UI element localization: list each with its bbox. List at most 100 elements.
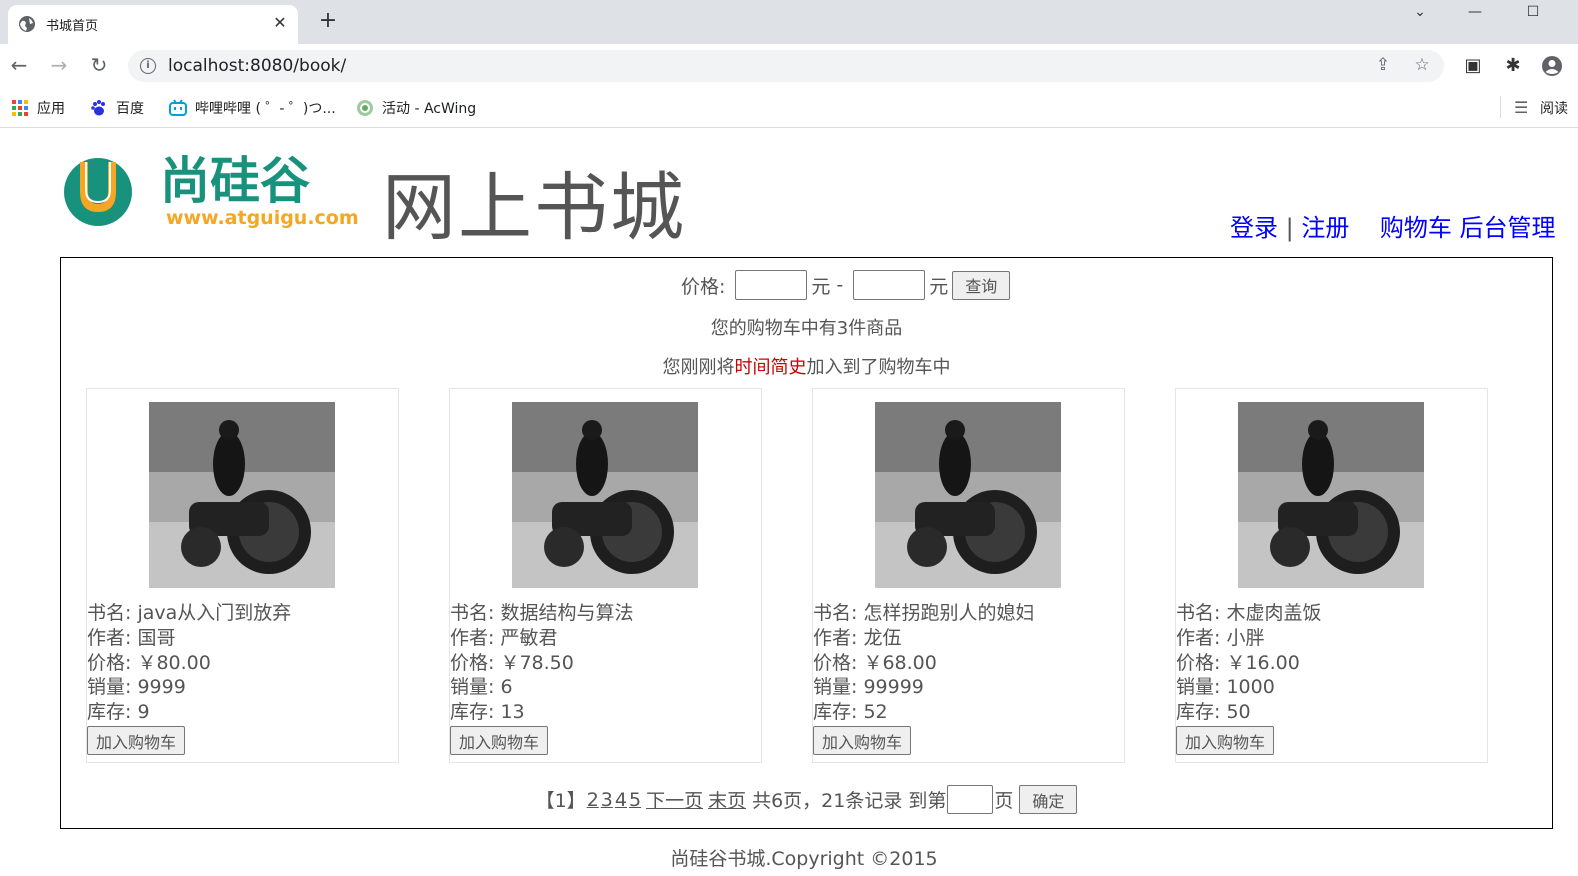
main-content: 价格: 元 - 元 查询 您的购物车中有3件商品 您刚刚将时间简史加入到了购物车… [60, 257, 1553, 829]
pagination: 【1】 2 3 4 5 下一页 末页 共6页，21条记录 到第 页 确定 [61, 785, 1552, 814]
book-cover-image[interactable] [512, 402, 698, 588]
add-to-cart-button[interactable]: 加入购物车 [87, 726, 186, 755]
book-name: 书名: 怎样拐跑别人的媳妇 [813, 602, 1035, 624]
page-link[interactable]: 3 [601, 789, 613, 811]
unit-label: 元 [811, 275, 831, 298]
footer-copyright: 尚硅谷书城.Copyright ©2015 [670, 848, 938, 870]
book-price: 价格: ￥78.50 [450, 651, 574, 674]
added-prefix: 您刚刚将 [662, 357, 735, 378]
price-label: 价格: [681, 275, 726, 298]
browser-tab[interactable]: 书城首页 ✕ [8, 5, 298, 44]
login-link[interactable]: 登录 [1230, 214, 1278, 242]
unit-label: 元 [929, 275, 949, 298]
bookmark-bilibili[interactable]: 哔哩哔哩 ( ゜- ゜)つ... [169, 98, 336, 118]
book-name: 书名: java从入门到放弃 [87, 602, 292, 624]
book-card: 书名: 木虚肉盖饭 作者: 小胖 价格: ￥16.00 销量: 1000 库存:… [1175, 388, 1488, 763]
extension-icon[interactable]: ▣ [1462, 55, 1484, 77]
tab-title: 书城首页 [46, 19, 99, 34]
book-info: 书名: java从入门到放弃 作者: 国哥 价格: ￥80.00 销量: 999… [87, 601, 291, 725]
book-sales: 销量: 9999 [87, 676, 186, 699]
browser-tab-bar: 书城首页 ✕ + ⌄ — ☐ [0, 0, 1578, 44]
forward-icon[interactable]: → [47, 54, 71, 78]
logo-url: www.atguigu.com [166, 207, 359, 229]
max-price-input[interactable] [853, 270, 926, 300]
cart-added-message: 您刚刚将时间简史加入到了购物车中 [61, 353, 1552, 379]
book-info: 书名: 木虚肉盖饭 作者: 小胖 价格: ￥16.00 销量: 1000 库存:… [1176, 601, 1321, 725]
price-search-form: 价格: 元 - 元 查询 [681, 270, 1011, 300]
maximize-icon[interactable]: ☐ [1518, 4, 1548, 26]
add-to-cart-button[interactable]: 加入购物车 [1176, 726, 1275, 755]
acwing-icon [357, 100, 373, 116]
page-link[interactable]: 5 [629, 789, 641, 811]
goto-suffix: 页 [994, 790, 1014, 812]
share-icon[interactable]: ⇪ [1372, 55, 1394, 77]
book-sales: 销量: 99999 [813, 676, 924, 699]
page-number-input[interactable] [947, 785, 994, 814]
address-bar[interactable]: i localhost:8080/book/ ⇪ ☆ [128, 50, 1444, 82]
puzzle-icon[interactable]: ✱ [1502, 55, 1524, 77]
cart-link[interactable]: 购物车 [1380, 214, 1452, 242]
book-author: 作者: 龙伍 [813, 626, 902, 649]
bookmarks-bar: 应用 百度 哔哩哔哩 ( ゜- ゜)つ... 活动 - AcWing ☰ 阅读 [0, 88, 1578, 128]
bilibili-tv-icon [169, 99, 187, 116]
bookmark-label: 哔哩哔哩 ( ゜- ゜)つ... [195, 101, 336, 117]
bookmark-label: 百度 [116, 101, 144, 117]
star-icon[interactable]: ☆ [1411, 55, 1433, 77]
range-dash: - [836, 274, 844, 296]
add-to-cart-button[interactable]: 加入购物车 [813, 726, 912, 755]
book-name: 书名: 数据结构与算法 [450, 602, 634, 624]
page-link[interactable]: 4 [615, 789, 627, 811]
min-price-input[interactable] [735, 270, 808, 300]
register-link[interactable]: 注册 [1301, 214, 1349, 242]
tab-close-icon[interactable]: ✕ [270, 13, 290, 33]
site-logo[interactable]: 尚硅谷 www.atguigu.com [62, 140, 372, 244]
new-tab-icon[interactable]: + [316, 10, 340, 34]
book-cover-image[interactable] [875, 402, 1061, 588]
tab-search-icon[interactable]: ⌄ [1405, 4, 1435, 26]
last-page-link[interactable]: 末页 [708, 786, 746, 813]
book-card: 书名: 数据结构与算法 作者: 严敏君 价格: ￥78.50 销量: 6 库存:… [449, 388, 762, 763]
next-page-link[interactable]: 下一页 [646, 786, 703, 813]
url-text[interactable]: localhost:8080/book/ [168, 56, 346, 76]
header-links: 登录 | 注册 购物车 后台管理 [1230, 208, 1556, 243]
browser-toolbar: ← → ↻ i localhost:8080/book/ ⇪ ☆ ▣ ✱ [0, 44, 1578, 88]
page-summary: 共6页，21条记录 [752, 790, 903, 812]
bookmark-label: 活动 - AcWing [382, 101, 477, 117]
bookmark-apps[interactable]: 应用 [11, 98, 65, 118]
reading-list[interactable]: ☰ 阅读 [1514, 98, 1568, 118]
reading-list-label: 阅读 [1540, 101, 1568, 117]
add-to-cart-button[interactable]: 加入购物车 [450, 726, 549, 755]
reading-list-icon: ☰ [1514, 98, 1529, 117]
query-button[interactable]: 查询 [952, 270, 1011, 300]
logo-text: 尚硅谷 [160, 152, 310, 210]
current-page: 【1】 [535, 790, 586, 812]
added-book-name: 时间简史 [734, 357, 807, 378]
reload-icon[interactable]: ↻ [87, 54, 111, 78]
book-stock: 库存: 9 [87, 701, 150, 724]
minimize-icon[interactable]: — [1460, 4, 1490, 26]
book-cover-image[interactable] [149, 402, 335, 588]
profile-icon[interactable] [1541, 55, 1563, 77]
bookmark-acwing[interactable]: 活动 - AcWing [356, 98, 476, 118]
book-price: 价格: ￥68.00 [813, 651, 937, 674]
book-card: 书名: 怎样拐跑别人的媳妇 作者: 龙伍 价格: ￥68.00 销量: 9999… [812, 388, 1125, 763]
back-icon[interactable]: ← [7, 54, 31, 78]
bookmark-baidu[interactable]: 百度 [90, 98, 144, 118]
book-author: 作者: 国哥 [87, 626, 176, 649]
book-card: 书名: java从入门到放弃 作者: 国哥 价格: ￥80.00 销量: 999… [86, 388, 399, 763]
book-sales: 销量: 1000 [1176, 676, 1275, 699]
bookmarks-divider [1500, 96, 1501, 118]
book-author: 作者: 小胖 [1176, 626, 1265, 649]
book-info: 书名: 数据结构与算法 作者: 严敏君 价格: ￥78.50 销量: 6 库存:… [450, 601, 633, 725]
book-cover-image[interactable] [1238, 402, 1424, 588]
bookmark-label: 应用 [37, 101, 65, 117]
book-name: 书名: 木虚肉盖饭 [1176, 602, 1322, 624]
cart-count-text: 您的购物车中有3件商品 [710, 318, 903, 339]
link-separator: | [1285, 214, 1294, 242]
book-author: 作者: 严敏君 [450, 626, 558, 649]
book-price: 价格: ￥80.00 [87, 651, 211, 674]
goto-confirm-button[interactable]: 确定 [1019, 785, 1078, 814]
info-icon[interactable]: i [140, 58, 156, 74]
page-link[interactable]: 2 [587, 789, 599, 811]
admin-link[interactable]: 后台管理 [1460, 214, 1556, 242]
